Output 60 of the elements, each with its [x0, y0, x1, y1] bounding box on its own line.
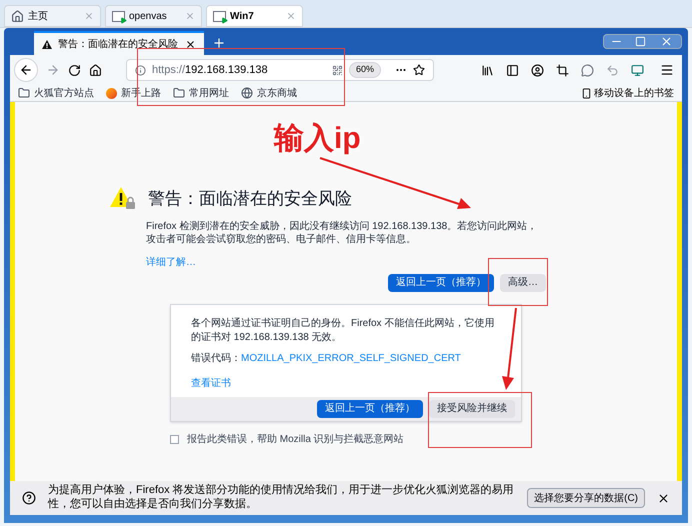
home-icon — [11, 10, 24, 22]
error-code-link[interactable]: MOZILLA_PKIX_ERROR_SELF_SIGNED_CERT — [241, 352, 461, 364]
address-bar[interactable]: https://192.168.139.138 60% — [126, 59, 434, 81]
page-button[interactable]: 返回上一页（推荐） — [317, 400, 423, 418]
reload-icon[interactable] — [68, 64, 81, 76]
help-icon — [22, 491, 36, 505]
globe-icon — [241, 87, 253, 99]
crop-icon[interactable] — [556, 64, 569, 76]
bookmark-item[interactable]: 火狐官方站点 — [18, 86, 94, 100]
phone-icon — [581, 88, 592, 98]
folder-icon — [18, 87, 30, 99]
browser-logo-icon — [106, 88, 117, 98]
tab-label: openvas — [129, 10, 168, 24]
checkbox[interactable] — [170, 434, 179, 444]
tab-title: 警告：面临潜在的安全风险 — [58, 38, 179, 52]
back-button[interactable] — [14, 58, 38, 82]
notification-text: 为提高用户体验，Firefox 将发送部分功能的使用情况给我们，用于进一步优化火狐浏览器的易用性，您可以自由选择是否向我们分享数据。 — [48, 484, 515, 512]
info-icon — [135, 64, 146, 76]
page-button[interactable]: 接受风险并继续 — [429, 400, 515, 418]
close-icon[interactable] — [657, 492, 670, 504]
vm-tab[interactable]: openvas — [105, 5, 202, 27]
url-text: https://192.168.139.138 — [152, 62, 269, 78]
star-icon[interactable] — [413, 64, 425, 76]
vm-tab[interactable]: Win7 — [206, 5, 303, 27]
tab-label: 主页 — [28, 10, 49, 24]
page-button[interactable]: 高级… — [500, 274, 546, 292]
zoom-badge[interactable]: 60% — [348, 62, 381, 78]
qr-code-icon[interactable] — [332, 64, 343, 76]
home-icon[interactable] — [89, 64, 102, 76]
vm-icon — [213, 10, 226, 22]
view-certificate-link[interactable]: 查看证书 — [191, 376, 231, 390]
bookmark-item[interactable]: 京东商城 — [241, 86, 297, 100]
annotation-text: 输入ip — [274, 121, 361, 157]
vm-tab[interactable]: 主页 — [4, 5, 101, 27]
folder-icon — [173, 87, 185, 99]
warning-icon — [42, 40, 52, 48]
chat-icon[interactable] — [581, 64, 594, 76]
error-code-text: 错误代码：MOZILLA_PKIX_ERROR_SELF_SIGNED_CERT — [191, 352, 462, 366]
page-button[interactable]: 返回上一页（推荐） — [388, 274, 494, 292]
certificate-text: 各个网站通过证书证明自己的身份。Firefox 不能信任此网站，它使用的证书对 192.168.139.138 无效。 — [191, 317, 496, 344]
warning-title: 警告：面临潜在的安全风险 — [148, 188, 352, 210]
account-icon[interactable] — [531, 64, 544, 76]
checkbox-label: 报告此类错误，帮助 Mozilla 识别与拦截恶意网站 — [187, 432, 404, 446]
bookmark-item[interactable]: 常用网址 — [173, 86, 229, 100]
menu-icon[interactable] — [660, 63, 674, 77]
sidebar-icon[interactable] — [506, 64, 519, 76]
maximize-icon[interactable] — [635, 36, 646, 47]
new-tab-icon[interactable] — [212, 36, 226, 50]
highlight-box — [488, 258, 548, 306]
back-arrow-icon — [19, 63, 33, 77]
close-icon[interactable] — [185, 38, 196, 50]
warning-description: Firefox 检测到潜在的安全威胁，因此没有继续访问 192.168.139.138。若您访问此网站，攻击者可能会尝试窃取您的密码、电子邮件、信用卡等信息。 — [146, 220, 538, 247]
monitor-icon[interactable] — [631, 64, 644, 76]
bookmark-item[interactable]: 移动设备上的书签 — [581, 86, 674, 100]
tab-label: Win7 — [230, 10, 255, 24]
library-icon[interactable] — [481, 64, 494, 76]
vm-icon — [112, 10, 125, 22]
browser-tab[interactable]: 警告：面临潜在的安全风险 — [34, 31, 204, 55]
share-data-button[interactable]: 选择您要分享的数据(C) — [527, 488, 645, 508]
warning-lock-icon — [110, 187, 136, 210]
